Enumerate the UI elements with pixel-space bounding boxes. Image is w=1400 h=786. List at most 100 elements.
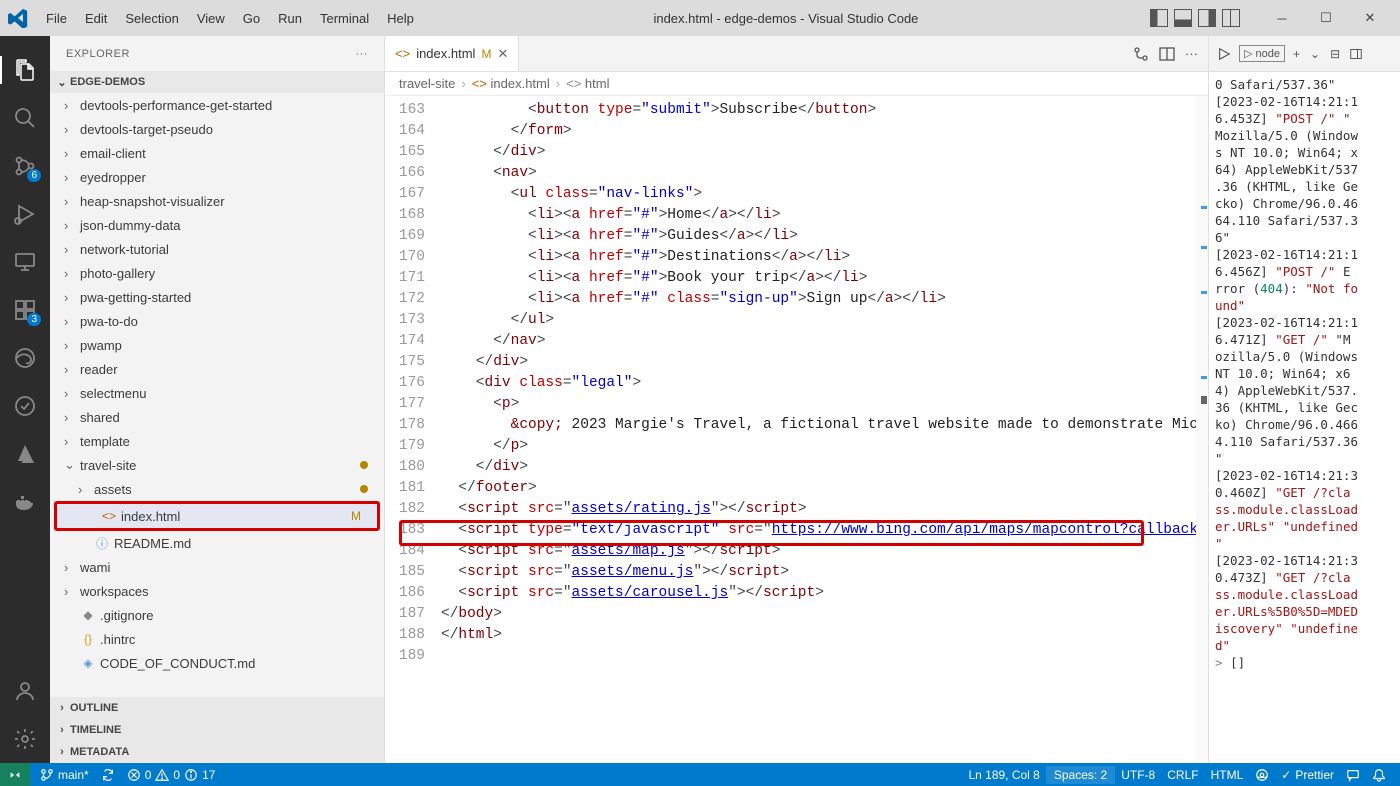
code-editor[interactable]: 1631641651661671681691701711721731741751… (385, 96, 1208, 763)
tab-index-html[interactable]: <> index.html M ✕ (385, 36, 519, 71)
prettier-status[interactable]: ✓ Prettier (1275, 768, 1340, 782)
debug-close-icon[interactable] (1348, 46, 1364, 62)
folder-devtools-target-pseudo[interactable]: ›devtools-target-pseudo (50, 117, 384, 141)
menu-selection[interactable]: Selection (117, 7, 186, 30)
layout-right-icon[interactable] (1198, 9, 1216, 27)
tree-label: pwa-getting-started (80, 290, 384, 305)
layout-left-icon[interactable] (1150, 9, 1168, 27)
sidebar-more-icon[interactable]: ··· (356, 48, 369, 60)
tree-label: shared (80, 410, 384, 425)
language-mode[interactable]: HTML (1205, 768, 1250, 782)
tree-label: devtools-target-pseudo (80, 122, 384, 137)
breadcrumb-part[interactable]: <> html (566, 76, 609, 91)
menu-run[interactable]: Run (270, 7, 310, 30)
extensions-icon[interactable]: 3 (11, 296, 39, 324)
file-CODE_OF_CONDUCT.md[interactable]: ◈CODE_OF_CONDUCT.md (50, 651, 384, 675)
close-button[interactable]: ✕ (1348, 3, 1392, 33)
line-gutter: 1631641651661671681691701711721731741751… (385, 96, 441, 763)
indentation[interactable]: Spaces: 2 (1046, 766, 1115, 784)
menu-bar: FileEditSelectionViewGoRunTerminalHelp (38, 7, 422, 30)
file-index-html[interactable]: <>index.htmlM (57, 504, 377, 528)
file-readme[interactable]: ⓘREADME.md (50, 531, 384, 555)
debug-start-icon[interactable] (1215, 45, 1233, 63)
search-icon[interactable] (11, 104, 39, 132)
eol[interactable]: CRLF (1161, 768, 1204, 782)
more-actions-icon[interactable]: ··· (1185, 46, 1198, 61)
notifications-icon[interactable] (1366, 768, 1392, 782)
section-outline[interactable]: ›OUTLINE (50, 697, 384, 719)
folder-eyedropper[interactable]: ›eyedropper (50, 165, 384, 189)
menu-go[interactable]: Go (235, 7, 268, 30)
git-branch[interactable]: main* (34, 768, 95, 782)
code-content[interactable]: <button type="submit">Subscribe</button>… (441, 96, 1196, 763)
menu-edit[interactable]: Edit (77, 7, 115, 30)
problems-indicator[interactable]: 0 0 17 (121, 768, 222, 782)
account-icon[interactable] (11, 677, 39, 705)
breadcrumb-part[interactable]: travel-site (399, 76, 455, 91)
menu-help[interactable]: Help (379, 7, 422, 30)
azure-icon[interactable] (11, 440, 39, 468)
layout-grid-icon[interactable] (1222, 9, 1240, 27)
folder-pwa-to-do[interactable]: ›pwa-to-do (50, 309, 384, 333)
folder-heap-snapshot-visualizer[interactable]: ›heap-snapshot-visualizer (50, 189, 384, 213)
debug-collapse-icon[interactable]: ⊟ (1328, 45, 1342, 63)
folder-assets[interactable]: ›assets (50, 477, 384, 501)
folder-reader[interactable]: ›reader (50, 357, 384, 381)
debug-console[interactable]: 0 Safari/537.36"[2023-02-16T14:21:16.453… (1209, 72, 1400, 763)
compare-changes-icon[interactable] (1133, 46, 1149, 62)
folder-shared[interactable]: ›shared (50, 405, 384, 429)
folder-travel-site[interactable]: ⌄travel-site (50, 453, 384, 477)
file-.gitignore[interactable]: ◆.gitignore (50, 603, 384, 627)
menu-terminal[interactable]: Terminal (312, 7, 377, 30)
edge-icon[interactable] (11, 344, 39, 372)
chevron-icon: › (64, 584, 80, 599)
folder-pwa-getting-started[interactable]: ›pwa-getting-started (50, 285, 384, 309)
folder-json-dummy-data[interactable]: ›json-dummy-data (50, 213, 384, 237)
folder-devtools-performance-get-started[interactable]: ›devtools-performance-get-started (50, 93, 384, 117)
debug-config-icon[interactable]: ▷ node (1239, 45, 1285, 62)
explorer-icon[interactable] (11, 56, 39, 84)
debug-dropdown-icon[interactable]: ⌄ (1308, 45, 1322, 63)
folder-selectmenu[interactable]: ›selectmenu (50, 381, 384, 405)
git-sync[interactable] (95, 768, 121, 782)
cursor-position[interactable]: Ln 189, Col 8 (962, 768, 1045, 782)
folder-wami[interactable]: ›wami (50, 555, 384, 579)
live-preview-icon[interactable] (1249, 768, 1275, 782)
feedback-icon[interactable] (1340, 768, 1366, 782)
encoding[interactable]: UTF-8 (1115, 768, 1161, 782)
layout-controls (1150, 9, 1240, 27)
file-.hintrc[interactable]: {}.hintrc (50, 627, 384, 651)
section-metadata[interactable]: ›METADATA (50, 741, 384, 763)
minimize-button[interactable]: ─ (1260, 3, 1304, 33)
layout-bottom-icon[interactable] (1174, 9, 1192, 27)
debug-panel: ▷ node + ⌄ ⊟ 0 Safari/537.36"[2023-02-16… (1208, 36, 1400, 763)
folder-pwamp[interactable]: ›pwamp (50, 333, 384, 357)
section-timeline[interactable]: ›TIMELINE (50, 719, 384, 741)
run-debug-icon[interactable] (11, 200, 39, 228)
breadcrumb-part[interactable]: <> index.html (472, 76, 550, 91)
remote-explorer-icon[interactable] (11, 248, 39, 276)
chevron-icon: › (64, 194, 80, 209)
folder-email-client[interactable]: ›email-client (50, 141, 384, 165)
docker-icon[interactable] (11, 488, 39, 516)
testing-icon[interactable] (11, 392, 39, 420)
tree-label: reader (80, 362, 384, 377)
menu-view[interactable]: View (189, 7, 233, 30)
folder-section-header[interactable]: ⌄ EDGE-DEMOS (50, 71, 384, 93)
breadcrumb-separator: › (461, 76, 465, 91)
folder-workspaces[interactable]: ›workspaces (50, 579, 384, 603)
minimap[interactable] (1196, 96, 1208, 763)
source-control-icon[interactable]: 6 (11, 152, 39, 180)
folder-photo-gallery[interactable]: ›photo-gallery (50, 261, 384, 285)
remote-indicator[interactable] (0, 763, 30, 786)
maximize-button[interactable]: ☐ (1304, 3, 1348, 33)
folder-template[interactable]: ›template (50, 429, 384, 453)
vscode-logo-icon (8, 8, 28, 28)
menu-file[interactable]: File (38, 7, 75, 30)
settings-gear-icon[interactable] (11, 725, 39, 753)
tab-close-icon[interactable]: ✕ (497, 46, 508, 62)
debug-add-icon[interactable]: + (1291, 45, 1302, 63)
folder-network-tutorial[interactable]: ›network-tutorial (50, 237, 384, 261)
split-editor-icon[interactable] (1159, 46, 1175, 62)
breadcrumbs[interactable]: travel-site›<> index.html›<> html (385, 72, 1208, 96)
